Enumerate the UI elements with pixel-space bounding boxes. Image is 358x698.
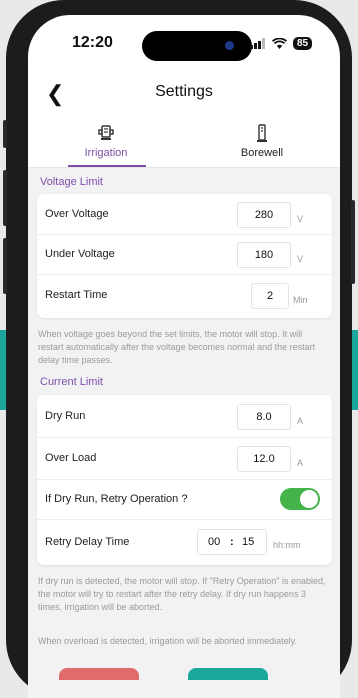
restart-time-row: Restart Time 2 Min [37,274,332,318]
over-voltage-unit: V [297,214,304,224]
retry-delay-hours: 00 [208,536,221,548]
tab-borewell-label: Borewell [240,147,284,159]
tab-bar: Irrigation Borewell [28,117,340,168]
under-voltage-label: Under Voltage [45,248,115,260]
over-load-row: Over Load 12.0 A [37,437,332,480]
retry-operation-toggle[interactable] [280,488,320,510]
over-load-input[interactable]: 12.0 [237,446,291,472]
voltage-limit-heading: Voltage Limit [40,176,103,188]
retry-operation-row: If Dry Run, Retry Operation ? [37,479,332,520]
retry-delay-unit: hh:mm [273,540,301,550]
dry-run-unit: A [297,416,304,426]
tab-borewell[interactable]: Borewell [184,117,340,167]
retry-delay-separator: : [230,536,234,548]
restart-time-unit: Min [293,295,308,305]
volume-up-button [3,170,7,226]
dry-run-input[interactable]: 8.0 [237,404,291,430]
cancel-button-peek[interactable] [59,668,139,680]
voltage-limit-card: Over Voltage 280 V Under Voltage 180 V R… [37,194,332,318]
page-title: Settings [155,83,213,100]
restart-time-label: Restart Time [45,289,108,301]
retry-delay-input[interactable]: 00 : 15 [197,529,267,555]
irrigation-pump-icon [98,125,114,140]
status-icons: 85 [250,33,313,53]
over-voltage-input[interactable]: 280 [237,202,291,228]
dry-run-label: Dry Run [45,410,86,422]
retry-delay-label: Retry Delay Time [45,536,130,548]
dry-run-row: Dry Run 8.0 A [37,395,332,438]
current-limit-card: Dry Run 8.0 A Over Load 12.0 A If Dry Ru… [37,395,332,565]
save-button-peek[interactable] [188,668,268,680]
phone-frame: 12:20 85 ❮ Settings Irrigation Borewell … [3,0,355,698]
voltage-limit-note: When voltage goes beyond the set limits,… [38,329,316,365]
retry-delay-row: Retry Delay Time 00 : 15 hh:mm [37,519,332,565]
signal-icon [250,37,265,49]
overload-note: When overload is detected, irrigation wi… [38,636,297,646]
dynamic-island [142,31,252,61]
active-tab-indicator [68,165,146,167]
tab-irrigation-label: Irrigation [84,147,128,159]
wifi-icon [272,37,287,49]
tab-irrigation[interactable]: Irrigation [28,117,184,167]
retry-delay-minutes: 15 [242,536,255,548]
volume-down-button [3,238,7,294]
toggle-knob [300,490,318,508]
over-load-label: Over Load [45,452,97,464]
navigation-bar: ❮ Settings [28,75,340,107]
settings-content: Voltage Limit Over Voltage 280 V Under V… [28,168,340,698]
over-load-unit: A [297,458,304,468]
under-voltage-row: Under Voltage 180 V [37,234,332,275]
under-voltage-input[interactable]: 180 [237,242,291,268]
camera-dot [225,41,234,50]
status-time: 12:20 [72,34,113,51]
current-limit-note: If dry run is detected, the motor will s… [38,576,326,612]
under-voltage-unit: V [297,254,304,264]
over-voltage-label: Over Voltage [45,208,109,220]
borewell-icon [257,124,267,142]
mute-switch [3,120,7,148]
retry-operation-label: If Dry Run, Retry Operation ? [45,493,188,505]
power-button [351,200,355,284]
app-screen: 12:20 85 ❮ Settings Irrigation Borewell … [28,15,340,698]
battery-icon: 85 [293,36,313,50]
over-voltage-row: Over Voltage 280 V [37,194,332,235]
restart-time-input[interactable]: 2 [251,283,289,309]
status-bar: 12:20 85 [28,15,340,75]
current-limit-heading: Current Limit [40,376,103,388]
